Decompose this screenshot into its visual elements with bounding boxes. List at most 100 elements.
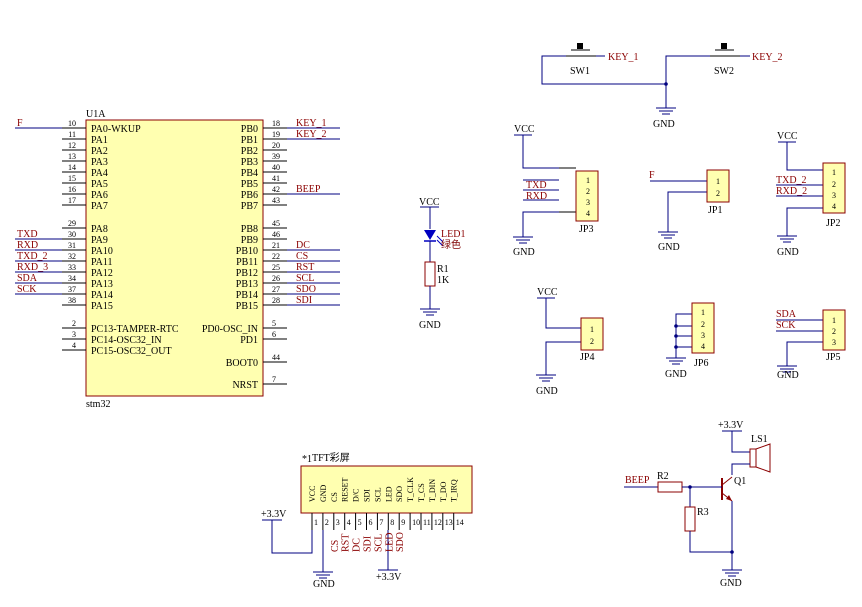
mcu-pin-name: PA2 — [91, 146, 108, 157]
svg-text:3: 3 — [701, 331, 705, 340]
mcu-pin-name: PB11 — [236, 257, 258, 268]
mcu-pin-name: PB6 — [241, 190, 258, 201]
svg-text:1: 1 — [586, 176, 590, 185]
svg-text:1: 1 — [716, 177, 720, 186]
mcu-net-label: TXD_2 — [17, 251, 48, 262]
mcu-net-label: SCL — [296, 273, 314, 284]
mcu-pin-name: PB3 — [241, 157, 258, 168]
mcu-pin-name: PD0-OSC_IN — [202, 324, 258, 335]
r2-label: R2 — [657, 471, 669, 482]
tft-pin-name: D/C — [352, 489, 361, 502]
r1-label: R1 — [437, 264, 449, 275]
mcu-net-label: BEEP — [296, 184, 321, 195]
led-vcc-label: VCC — [419, 197, 440, 208]
mcu-net-label: SCK — [17, 284, 37, 295]
mcu-pin-name: PB14 — [236, 290, 258, 301]
switch-section: SW1 KEY_1 SW2 KEY_2 GND — [541, 43, 783, 130]
mcu-pin-number: 15 — [68, 174, 76, 183]
jp1-net-f: F — [649, 170, 655, 181]
mcu-pin-number: 2 — [72, 319, 76, 328]
sw1-button — [577, 43, 583, 49]
mcu-pin-name: PA12 — [91, 268, 113, 279]
mcu-pin-name: PA8 — [91, 224, 108, 235]
r2-resistor — [657, 481, 683, 493]
svg-text:2: 2 — [590, 337, 594, 346]
mcu-pin-name: PB7 — [241, 201, 258, 212]
tft-pin-number: 1 — [314, 518, 318, 527]
sw-gnd-label: GND — [653, 119, 675, 130]
buzzer-gnd-label: GND — [720, 578, 742, 589]
tft-designator: *1 — [302, 454, 312, 465]
mcu-u1a: U1A stm32 10PA0-WKUPF11PA112PA213PA314PA… — [15, 109, 340, 410]
mcu-pin-number: 44 — [272, 353, 280, 362]
mcu-pin-name: PA7 — [91, 201, 108, 212]
tft-net-labels: CS RST DC SDI SCL LED SDO — [330, 532, 406, 552]
jp5-net-sda: SDA — [776, 309, 797, 320]
jp1-gnd-label: GND — [658, 242, 680, 253]
sw2-button — [721, 43, 727, 49]
led-diode-icon — [424, 230, 436, 240]
tft-pin-number: 6 — [369, 518, 373, 527]
mcu-pin-number: 33 — [68, 263, 76, 272]
mcu-pin-name: PB13 — [236, 279, 258, 290]
q1-label: Q1 — [734, 476, 746, 487]
mcu-pin-name: NRST — [232, 380, 258, 391]
mcu-pin-name: PA14 — [91, 290, 113, 301]
mcu-pin-number: 29 — [68, 219, 76, 228]
tft-net-label: SCL — [373, 534, 384, 552]
mcu-pin-name: PC15-OSC32_OUT — [91, 346, 172, 357]
buzzer-beep-net: BEEP — [625, 475, 650, 486]
mcu-net-label: RXD — [17, 240, 38, 251]
tft-v33-bottom: +3.3V — [376, 572, 402, 583]
svg-text:4: 4 — [832, 202, 836, 211]
mcu-pin-number: 7 — [272, 375, 276, 384]
schematic-canvas: U1A stm32 10PA0-WKUPF11PA112PA213PA314PA… — [15, 43, 846, 590]
svg-text:2: 2 — [832, 327, 836, 336]
mcu-pin-number: 38 — [68, 296, 76, 305]
mcu-pin-name: PA0-WKUP — [91, 124, 141, 135]
connector-jp6: GND 1 2 3 4 JP6 — [665, 302, 715, 380]
mcu-pin-number: 4 — [72, 341, 76, 350]
mcu-pin-name: PA3 — [91, 157, 108, 168]
mcu-pin-number: 27 — [272, 285, 280, 294]
ls1-speaker-icon — [749, 448, 757, 468]
mcu-pin-number: 3 — [72, 330, 76, 339]
mcu-pin-name: PC13-TAMPER-RTC — [91, 324, 179, 335]
jp3-net-txd: TXD — [526, 180, 547, 191]
tft-pin-name: T_DIN — [428, 479, 437, 502]
svg-text:3: 3 — [586, 198, 590, 207]
mcu-pin-name: PB12 — [236, 268, 258, 279]
tft-pin-name: CS — [330, 492, 339, 502]
svg-text:2: 2 — [701, 320, 705, 329]
mcu-pin-number: 41 — [272, 174, 280, 183]
mcu-pin-number: 13 — [68, 152, 76, 161]
mcu-pin-number: 22 — [272, 252, 280, 261]
tft-pin-name: RESET — [341, 477, 350, 502]
tft-net-label: LED — [384, 533, 395, 552]
tft-pin-number: 11 — [423, 518, 431, 527]
mcu-pin-number: 20 — [272, 141, 280, 150]
mcu-net-label: KEY_1 — [296, 118, 327, 129]
mcu-pin-number: 14 — [68, 163, 76, 172]
jp2-net-txd2: TXD_2 — [776, 175, 807, 186]
mcu-net-label: KEY_2 — [296, 129, 327, 140]
mcu-pin-number: 12 — [68, 141, 76, 150]
mcu-net-label: F — [17, 118, 23, 129]
mcu-designator: U1A — [86, 109, 106, 120]
mcu-net-label: SDI — [296, 295, 312, 306]
mcu-pin-name: PB9 — [241, 235, 258, 246]
tft-pin-number: 5 — [358, 518, 362, 527]
mcu-pin-number: 43 — [272, 196, 280, 205]
mcu-pin-name: PA10 — [91, 246, 113, 257]
mcu-pin-name: PB10 — [236, 246, 258, 257]
mcu-pin-number: 39 — [272, 152, 280, 161]
jp3-label: JP3 — [579, 224, 593, 235]
tft-pin-number: 14 — [456, 518, 464, 527]
tft-v33-left: +3.3V — [261, 509, 287, 520]
buzzer-section: +3.3V LS1 Q1 R2 BEEP R3 GND — [624, 420, 771, 589]
tft-pin-number: 7 — [379, 518, 383, 527]
mcu-pin-number: 46 — [272, 230, 280, 239]
mcu-pin-number: 10 — [68, 119, 76, 128]
mcu-net-label: SDO — [296, 284, 316, 295]
tft-pin-name: T_CLK — [406, 477, 415, 502]
